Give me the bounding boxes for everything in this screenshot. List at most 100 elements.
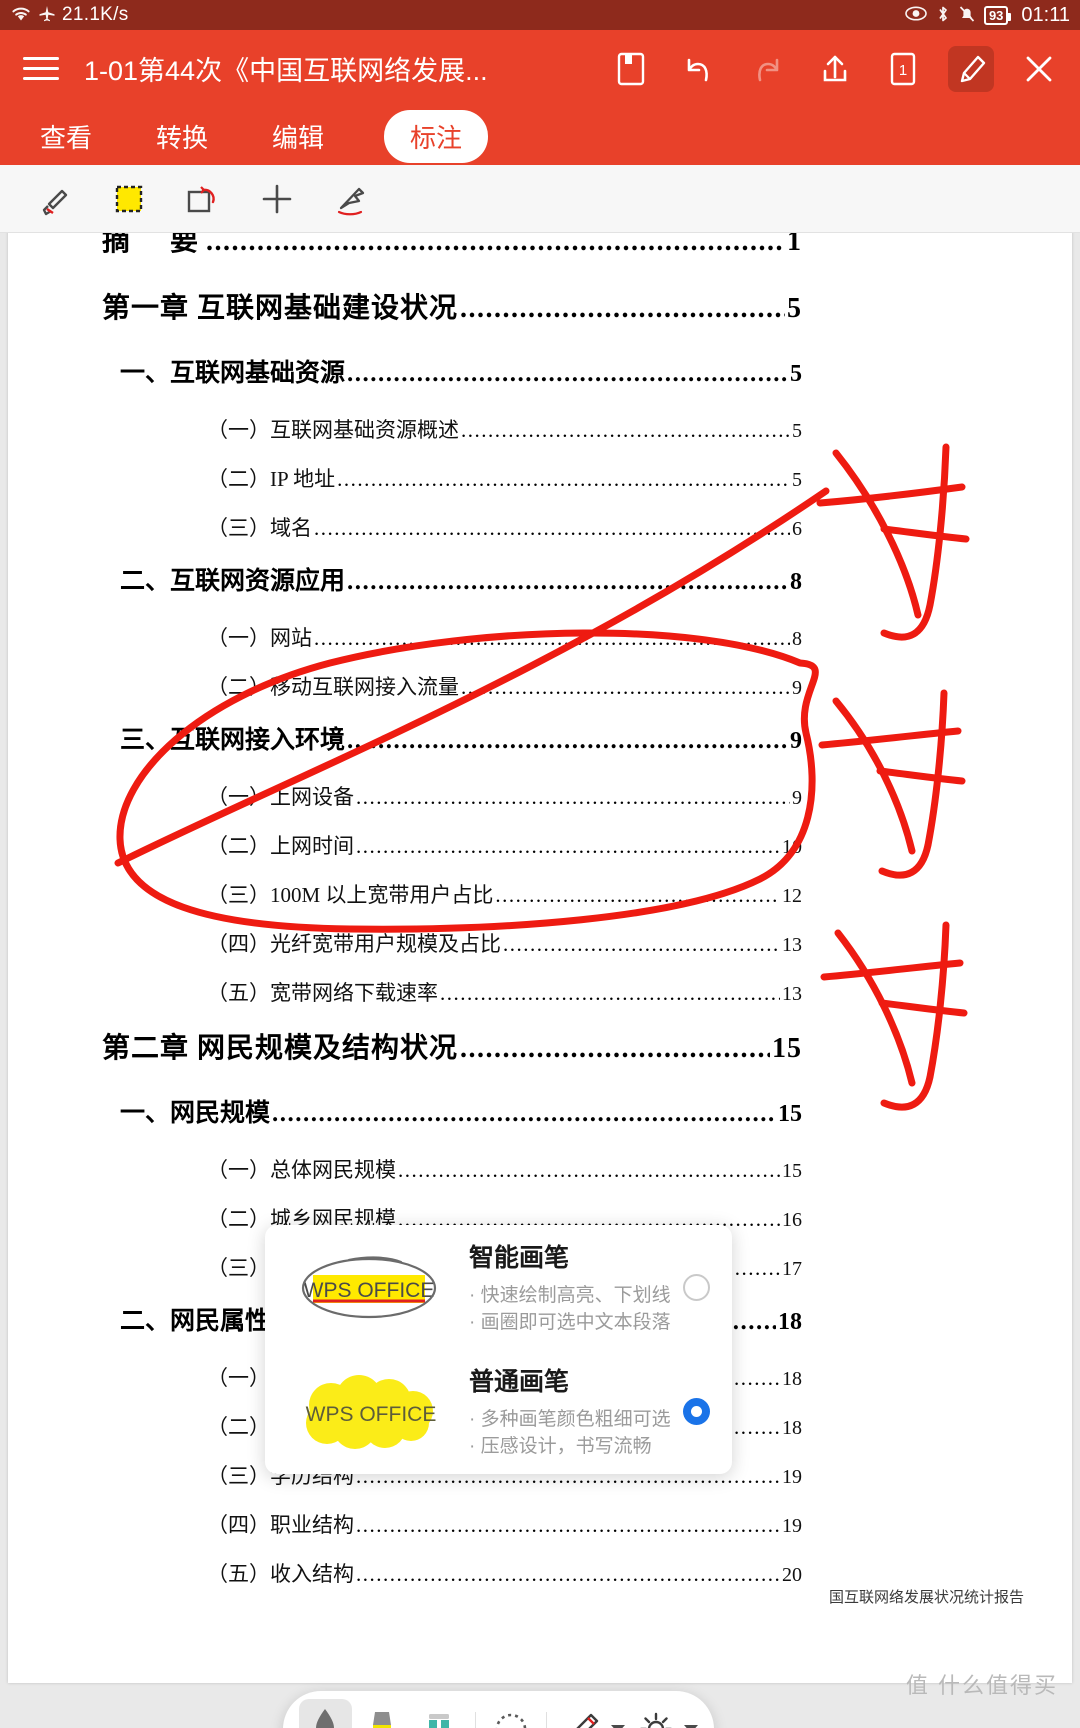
toc-entry-page: 5 <box>790 361 802 387</box>
close-icon[interactable] <box>1016 46 1062 92</box>
normal-pen-title: 普通画笔 <box>469 1367 570 1396</box>
settings-gear-icon[interactable] <box>629 1699 682 1728</box>
tab-convert[interactable]: 转换 <box>152 110 212 163</box>
toc-entry-page: 9 <box>792 787 802 809</box>
toc-entry-label: （二）IP 地址 <box>207 467 336 491</box>
toolbar-divider-2 <box>546 1712 548 1728</box>
toc-entry-label: （二）移动互联网接入流量 <box>207 675 459 699</box>
document-viewport[interactable]: 摘 要.....................................… <box>0 203 1080 1728</box>
toc-leader-dots: ........................................… <box>398 1158 780 1182</box>
toc-leader-dots: ........................................… <box>314 516 790 540</box>
toc-entry[interactable]: 第二章 网民规模及结构状况...........................… <box>102 1026 802 1066</box>
toc-leader-dots: ........................................… <box>460 1033 770 1064</box>
tab-edit[interactable]: 编辑 <box>268 110 328 163</box>
save-icon[interactable] <box>608 46 654 92</box>
page-count-icon[interactable]: 1 <box>880 46 926 92</box>
toc-leader-dots: ........................................… <box>347 568 788 595</box>
tab-view[interactable]: 查看 <box>36 110 96 163</box>
site-watermark: 值 什么值得买 <box>905 1673 1058 1698</box>
toc-entry-page: 5 <box>787 293 802 324</box>
toc-leader-dots: ........................................… <box>347 727 788 754</box>
toc-leader-dots: ........................................… <box>272 1100 776 1127</box>
toc-entry[interactable]: （一）总体网民规模...............................… <box>102 1154 802 1184</box>
toc-entry-page: 15 <box>778 1101 802 1127</box>
signature-tool-icon[interactable] <box>314 169 388 229</box>
red-marker-icon[interactable] <box>299 1699 352 1728</box>
toc-entry-page: 18 <box>782 1417 802 1439</box>
normal-pen-radio[interactable] <box>683 1397 710 1425</box>
toc-entry-page: 15 <box>782 1160 802 1182</box>
tab-bar: 查看 转换 编辑 标注 <box>0 107 1080 165</box>
toc-entry[interactable]: （四）职业结构.................................… <box>102 1509 802 1539</box>
toc-entry-label: 三、互联网接入环境 <box>120 727 346 754</box>
pen-option-normal[interactable]: WPS OFFICE 普通画笔 · 多种画笔颜色粗细可选 · 压感设计，书写流畅 <box>265 1349 732 1473</box>
smart-pen-text: 智能画笔 · 快速绘制高亮、下划线 · 画圈即可选中文本段落 <box>461 1238 677 1337</box>
highlighter-tool-icon[interactable] <box>18 169 92 229</box>
toc-entry-label: （一）总体网民规模 <box>207 1158 396 1182</box>
add-tool-icon[interactable] <box>240 169 314 229</box>
toc-entry[interactable]: （一）上网设备.................................… <box>102 781 802 811</box>
toc-entry-page: 6 <box>792 518 802 540</box>
normal-pen-feature-1: · 多种画笔颜色粗细可选 <box>469 1408 671 1430</box>
smart-pen-feature-1: · 快速绘制高亮、下划线 <box>469 1284 671 1306</box>
teal-eraser-icon[interactable] <box>413 1699 466 1728</box>
area-select-tool-icon[interactable] <box>92 169 166 229</box>
toc-entry[interactable]: 三、互联网接入环境...............................… <box>102 720 802 756</box>
toc-entry[interactable]: 一、网民规模..................................… <box>102 1093 802 1129</box>
toolbar-divider-1 <box>474 1712 476 1728</box>
undo-icon[interactable] <box>676 46 722 92</box>
toc-entry-page: 8 <box>792 628 802 650</box>
toc-entry-label: （三）100M 以上宽带用户占比 <box>207 883 494 907</box>
toc-entry-label: （五）宽带网络下载速率 <box>207 981 438 1005</box>
toc-entry[interactable]: 二、互联网资源应用...............................… <box>102 561 802 597</box>
toc-entry[interactable]: （二）IP 地址................................… <box>102 463 802 493</box>
bell-muted-icon <box>959 5 975 26</box>
toc-leader-dots: ........................................… <box>460 293 785 324</box>
toc-entry-page: 15 <box>772 1033 802 1064</box>
toc-entry[interactable]: （二）上网时间.................................… <box>102 830 802 860</box>
pen-toolbar[interactable] <box>283 1691 714 1728</box>
tab-annotate[interactable]: 标注 <box>384 109 489 163</box>
toc-leader-dots: ........................................… <box>356 834 780 858</box>
toc-entry-page: 8 <box>790 569 802 595</box>
hamburger-menu-icon[interactable] <box>18 43 70 95</box>
toc-entry[interactable]: （二）移动互联网接入流量............................… <box>102 671 802 701</box>
toc-entry[interactable]: （五）收入结构.................................… <box>102 1558 802 1588</box>
toc-entry-page: 19 <box>782 1466 802 1488</box>
lasso-select-icon[interactable] <box>485 1699 538 1728</box>
toc-leader-dots: ........................................… <box>337 467 790 491</box>
shape-tool-icon[interactable] <box>166 169 240 229</box>
toc-entry[interactable]: （一）网站...................................… <box>102 622 802 652</box>
toc-leader-dots: ........................................… <box>495 883 780 907</box>
yellow-highlighter-icon[interactable] <box>356 1699 409 1728</box>
pen-option-smart[interactable]: WPS OFFICE 智能画笔 · 快速绘制高亮、下划线 · 画圈即可选中文本段… <box>265 1225 732 1349</box>
toc-entry[interactable]: 一、互联网基础资源...............................… <box>102 353 802 389</box>
normal-pen-text: 普通画笔 · 多种画笔颜色粗细可选 · 压感设计，书写流畅 <box>461 1362 677 1461</box>
pen-type-popup[interactable]: WPS OFFICE 智能画笔 · 快速绘制高亮、下划线 · 画圈即可选中文本段… <box>265 1225 732 1474</box>
annotate-pen-icon[interactable] <box>948 45 994 92</box>
toc-entry-label: 第一章 互联网基础建设状况 <box>102 293 459 324</box>
toc-entry[interactable]: （三）域名...................................… <box>102 512 802 542</box>
toc-entry[interactable]: 第一章 互联网基础建设状况...........................… <box>102 286 802 326</box>
toc-entry-page: 16 <box>782 1209 802 1231</box>
document-title[interactable]: 1-01第44次《中国互联网络发展... <box>84 49 488 88</box>
toc-leader-dots: ........................................… <box>461 418 790 442</box>
toc-entry-page: 9 <box>792 677 802 699</box>
toc-entry[interactable]: （三）100M 以上宽带用户占比........................… <box>102 879 802 909</box>
toc-entry-label: 第二章 网民规模及结构状况 <box>102 1033 459 1064</box>
status-bar-right: 93 01:11 <box>905 4 1070 27</box>
smart-pen-feature-2: · 画圈即可选中文本段落 <box>469 1311 671 1333</box>
share-icon[interactable] <box>812 46 858 92</box>
toc-entry[interactable]: （四）光纤宽带用户规模及占比..........................… <box>102 928 802 958</box>
pen-style-icon[interactable] <box>556 1699 609 1728</box>
toc-entry-page: 18 <box>778 1309 802 1335</box>
toc-entry[interactable]: （五）宽带网络下载速率.............................… <box>102 977 802 1007</box>
toc-entry-label: 一、网民规模 <box>120 1100 271 1127</box>
toc-leader-dots: ........................................… <box>356 785 790 809</box>
toc-entry-page: 5 <box>792 420 802 442</box>
smart-pen-radio[interactable] <box>683 1273 710 1301</box>
svg-text:WPS OFFICE: WPS OFFICE <box>304 1279 435 1302</box>
toc-entry-label: （一）网站 <box>207 626 312 650</box>
toc-entry[interactable]: （一）互联网基础资源概述............................… <box>102 414 802 444</box>
toc-leader-dots: ........................................… <box>347 360 788 387</box>
